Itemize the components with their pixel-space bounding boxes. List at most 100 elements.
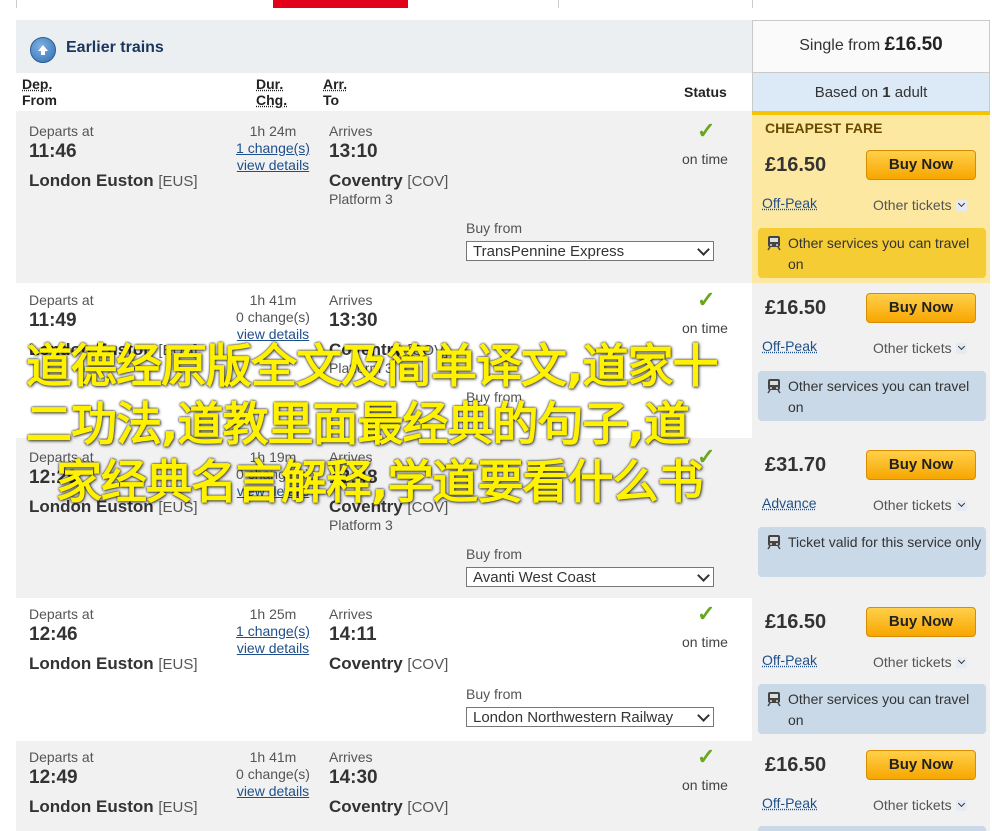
tab-left[interactable] bbox=[16, 0, 274, 8]
header-arr[interactable]: Arr. bbox=[323, 76, 347, 92]
tab-far-right[interactable] bbox=[558, 0, 753, 8]
destination-name: Coventry bbox=[329, 797, 403, 816]
departure-time: 12:49 bbox=[29, 767, 78, 788]
chevron-down-icon bbox=[697, 709, 710, 722]
arrival-time: 14:11 bbox=[329, 624, 377, 645]
operator-select-value: London Northwestern Railway bbox=[473, 709, 674, 726]
arrives-label: Arrives bbox=[329, 606, 373, 622]
buy-from-label: Buy from bbox=[466, 686, 523, 702]
destination-code: [COV] bbox=[407, 799, 449, 816]
chevron-down-icon bbox=[955, 200, 967, 211]
header-chg[interactable]: Chg. bbox=[256, 92, 287, 108]
fare-price: £16.50 bbox=[765, 754, 827, 776]
operator-select-value: TransPennine Express bbox=[473, 243, 625, 260]
single-from-label: Single from bbox=[799, 37, 881, 54]
fare-price: £31.70 bbox=[765, 454, 827, 476]
fare-price: £16.50 bbox=[765, 611, 827, 633]
buy-now-button[interactable]: Buy Now bbox=[866, 750, 976, 780]
operator-select[interactable]: Avanti West Coast bbox=[466, 567, 714, 587]
ticket-info-box: Other services you can travel on bbox=[758, 228, 986, 278]
operator-select[interactable]: London Northwestern Railway bbox=[466, 707, 714, 727]
chevron-down-icon bbox=[955, 657, 967, 668]
on-time-status: on time bbox=[682, 634, 728, 650]
origin-code: [EUS] bbox=[158, 173, 198, 190]
departure-time: 11:46 bbox=[29, 141, 77, 162]
view-details-link[interactable]: view details bbox=[228, 783, 318, 799]
header-to: To bbox=[323, 92, 340, 108]
other-tickets-toggle[interactable]: Other tickets bbox=[873, 340, 967, 356]
destination-code: [COV] bbox=[407, 173, 449, 190]
origin-code: [EUS] bbox=[158, 656, 198, 673]
changes-link[interactable]: 1 change(s) bbox=[228, 623, 318, 639]
overlay-text-line: 道德经原版全文及简单译文,道家十 bbox=[26, 339, 718, 393]
arrival-time: 14:30 bbox=[329, 767, 378, 788]
train-icon bbox=[767, 692, 781, 707]
duration: 1h 41m bbox=[249, 749, 297, 765]
fare-price: £16.50 bbox=[765, 154, 827, 176]
ticket-info-box: Other services you can travel on bbox=[758, 684, 986, 734]
duration: 1h 24m bbox=[249, 123, 297, 139]
duration: 1h 25m bbox=[249, 606, 297, 622]
on-time-check-icon: ✓ bbox=[697, 287, 716, 312]
chevron-down-icon bbox=[955, 343, 967, 354]
operator-select[interactable]: TransPennine Express bbox=[466, 241, 714, 261]
header-dur[interactable]: Dur. bbox=[256, 76, 283, 92]
on-time-check-icon: ✓ bbox=[697, 744, 716, 769]
on-time-check-icon: ✓ bbox=[697, 118, 716, 143]
earlier-trains-up-icon[interactable] bbox=[30, 37, 56, 63]
ticket-type-link[interactable]: Off-Peak bbox=[762, 795, 817, 811]
origin-name: London Euston bbox=[29, 797, 154, 816]
departs-at-label: Departs at bbox=[29, 123, 94, 139]
train-icon bbox=[767, 535, 781, 550]
ticket-info-text: Other services you can travel on bbox=[788, 378, 970, 415]
platform: Platform 3 bbox=[329, 191, 393, 207]
overlay-text-line: 二功法,道教里面最经典的句子,道 bbox=[26, 397, 690, 451]
other-tickets-toggle[interactable]: Other tickets bbox=[873, 797, 967, 813]
buy-now-button[interactable]: Buy Now bbox=[866, 150, 976, 180]
origin-station: London Euston [EUS] bbox=[29, 797, 198, 817]
platform: Platform 3 bbox=[329, 517, 393, 533]
header-dep[interactable]: Dep. bbox=[22, 76, 52, 92]
view-details-link[interactable]: view details bbox=[228, 157, 318, 173]
ticket-type-link[interactable]: Off-Peak bbox=[762, 195, 817, 211]
on-time-status: on time bbox=[682, 151, 728, 167]
chevron-down-icon bbox=[697, 569, 710, 582]
other-tickets-toggle[interactable]: Other tickets bbox=[873, 654, 967, 670]
destination-station: Coventry [COV] bbox=[329, 797, 448, 817]
on-time-status: on time bbox=[682, 320, 728, 336]
other-tickets-label: Other tickets bbox=[873, 654, 952, 670]
origin-name: London Euston bbox=[29, 171, 154, 190]
passenger-summary: Based on 1 adult bbox=[752, 84, 990, 101]
ticket-type-link[interactable]: Off-Peak bbox=[762, 338, 817, 354]
buy-now-button[interactable]: Buy Now bbox=[866, 293, 976, 323]
other-tickets-label: Other tickets bbox=[873, 797, 952, 813]
cheapest-fare-label: CHEAPEST FARE bbox=[765, 120, 883, 136]
other-tickets-label: Other tickets bbox=[873, 340, 952, 356]
destination-station: Coventry [COV] bbox=[329, 171, 448, 191]
view-details-link[interactable]: view details bbox=[228, 640, 318, 656]
ticket-info-box: Other services you can travel on bbox=[758, 371, 986, 421]
ticket-info-text: Other services you can travel on bbox=[788, 691, 970, 728]
other-tickets-toggle[interactable]: Other tickets bbox=[873, 497, 967, 513]
other-tickets-toggle[interactable]: Other tickets bbox=[873, 197, 967, 213]
header-from: From bbox=[22, 92, 57, 108]
ticket-type-link[interactable]: Off-Peak bbox=[762, 652, 817, 668]
buy-now-button[interactable]: Buy Now bbox=[866, 450, 976, 480]
changes-link[interactable]: 1 change(s) bbox=[228, 140, 318, 156]
single-from-summary: Single from £16.50 bbox=[752, 34, 990, 56]
single-from-price: £16.50 bbox=[884, 34, 943, 55]
buy-now-button[interactable]: Buy Now bbox=[866, 607, 976, 637]
journey-row[interactable] bbox=[16, 741, 753, 831]
departs-at-label: Departs at bbox=[29, 292, 94, 308]
ticket-type-link[interactable]: Advance bbox=[762, 495, 816, 511]
header-dep-from[interactable]: Dep. From bbox=[22, 76, 57, 108]
tab-right[interactable] bbox=[408, 0, 559, 8]
tab-active[interactable] bbox=[273, 0, 408, 8]
earlier-trains-link[interactable]: Earlier trains bbox=[66, 39, 164, 57]
train-icon bbox=[767, 236, 781, 251]
other-tickets-label: Other tickets bbox=[873, 197, 952, 213]
header-dur-chg[interactable]: Dur. Chg. bbox=[256, 76, 287, 108]
based-on-label: Based on bbox=[814, 84, 879, 101]
arrival-time: 13:30 bbox=[329, 310, 378, 331]
header-arr-to[interactable]: Arr. To bbox=[323, 76, 347, 108]
